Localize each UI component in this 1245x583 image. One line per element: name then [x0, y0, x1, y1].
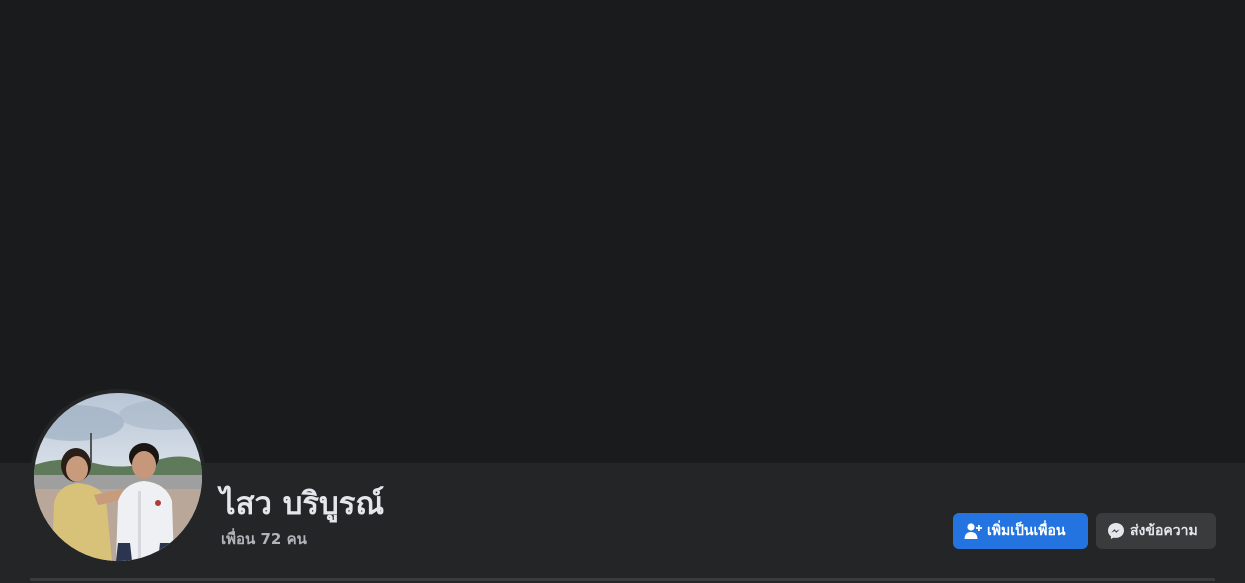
add-friend-button[interactable]: เพิ่มเป็นเพื่อน [953, 513, 1088, 549]
message-label: ส่งข้อความ [1130, 523, 1198, 539]
message-button[interactable]: ส่งข้อความ [1096, 513, 1216, 549]
profile-name: ไสว บริบูรณ์ [220, 486, 385, 522]
friends-count[interactable]: เพื่อน 72 คน [221, 528, 307, 550]
messenger-icon [1107, 522, 1125, 540]
add-friend-label: เพิ่มเป็นเพื่อน [987, 523, 1066, 539]
profile-page: ไสว บริบูรณ์ เพื่อน 72 คน เพิ่มเป็นเพื่อ… [0, 0, 1245, 583]
profile-photo-image [34, 393, 202, 561]
avatar[interactable] [34, 393, 202, 561]
cover-photo-area[interactable] [0, 0, 1245, 463]
header-divider [30, 578, 1215, 581]
add-friend-icon [964, 522, 982, 540]
